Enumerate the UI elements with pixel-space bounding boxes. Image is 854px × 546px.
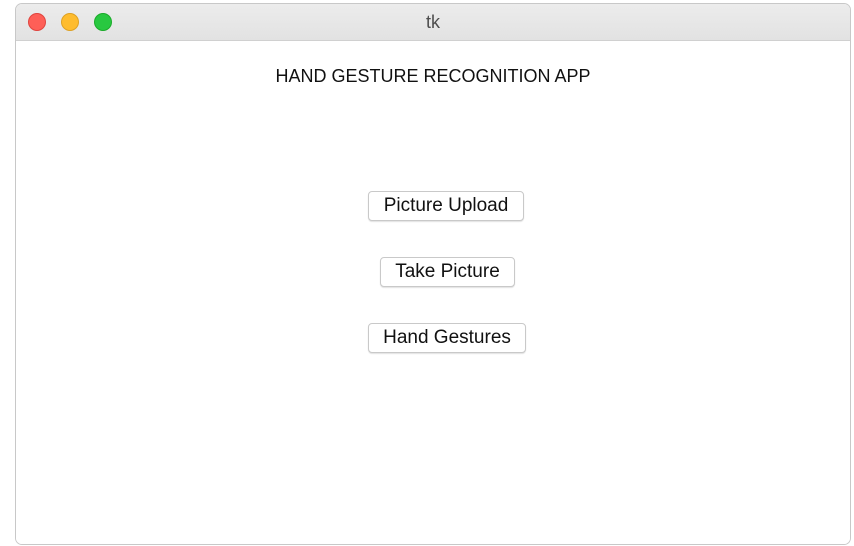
app-window: tk HAND GESTURE RECOGNITION APP Picture … xyxy=(15,3,851,545)
picture-upload-button[interactable]: Picture Upload xyxy=(368,191,524,221)
close-window-button[interactable] xyxy=(28,13,46,31)
app-heading: HAND GESTURE RECOGNITION APP xyxy=(275,66,591,86)
minimize-window-button[interactable] xyxy=(61,13,79,31)
zoom-window-button[interactable] xyxy=(94,13,112,31)
title-bar[interactable]: tk xyxy=(16,4,850,41)
app-content: HAND GESTURE RECOGNITION APP Picture Upl… xyxy=(16,41,850,544)
take-picture-button[interactable]: Take Picture xyxy=(380,257,515,287)
hand-gestures-button[interactable]: Hand Gestures xyxy=(368,323,526,353)
window-title: tk xyxy=(425,12,440,32)
